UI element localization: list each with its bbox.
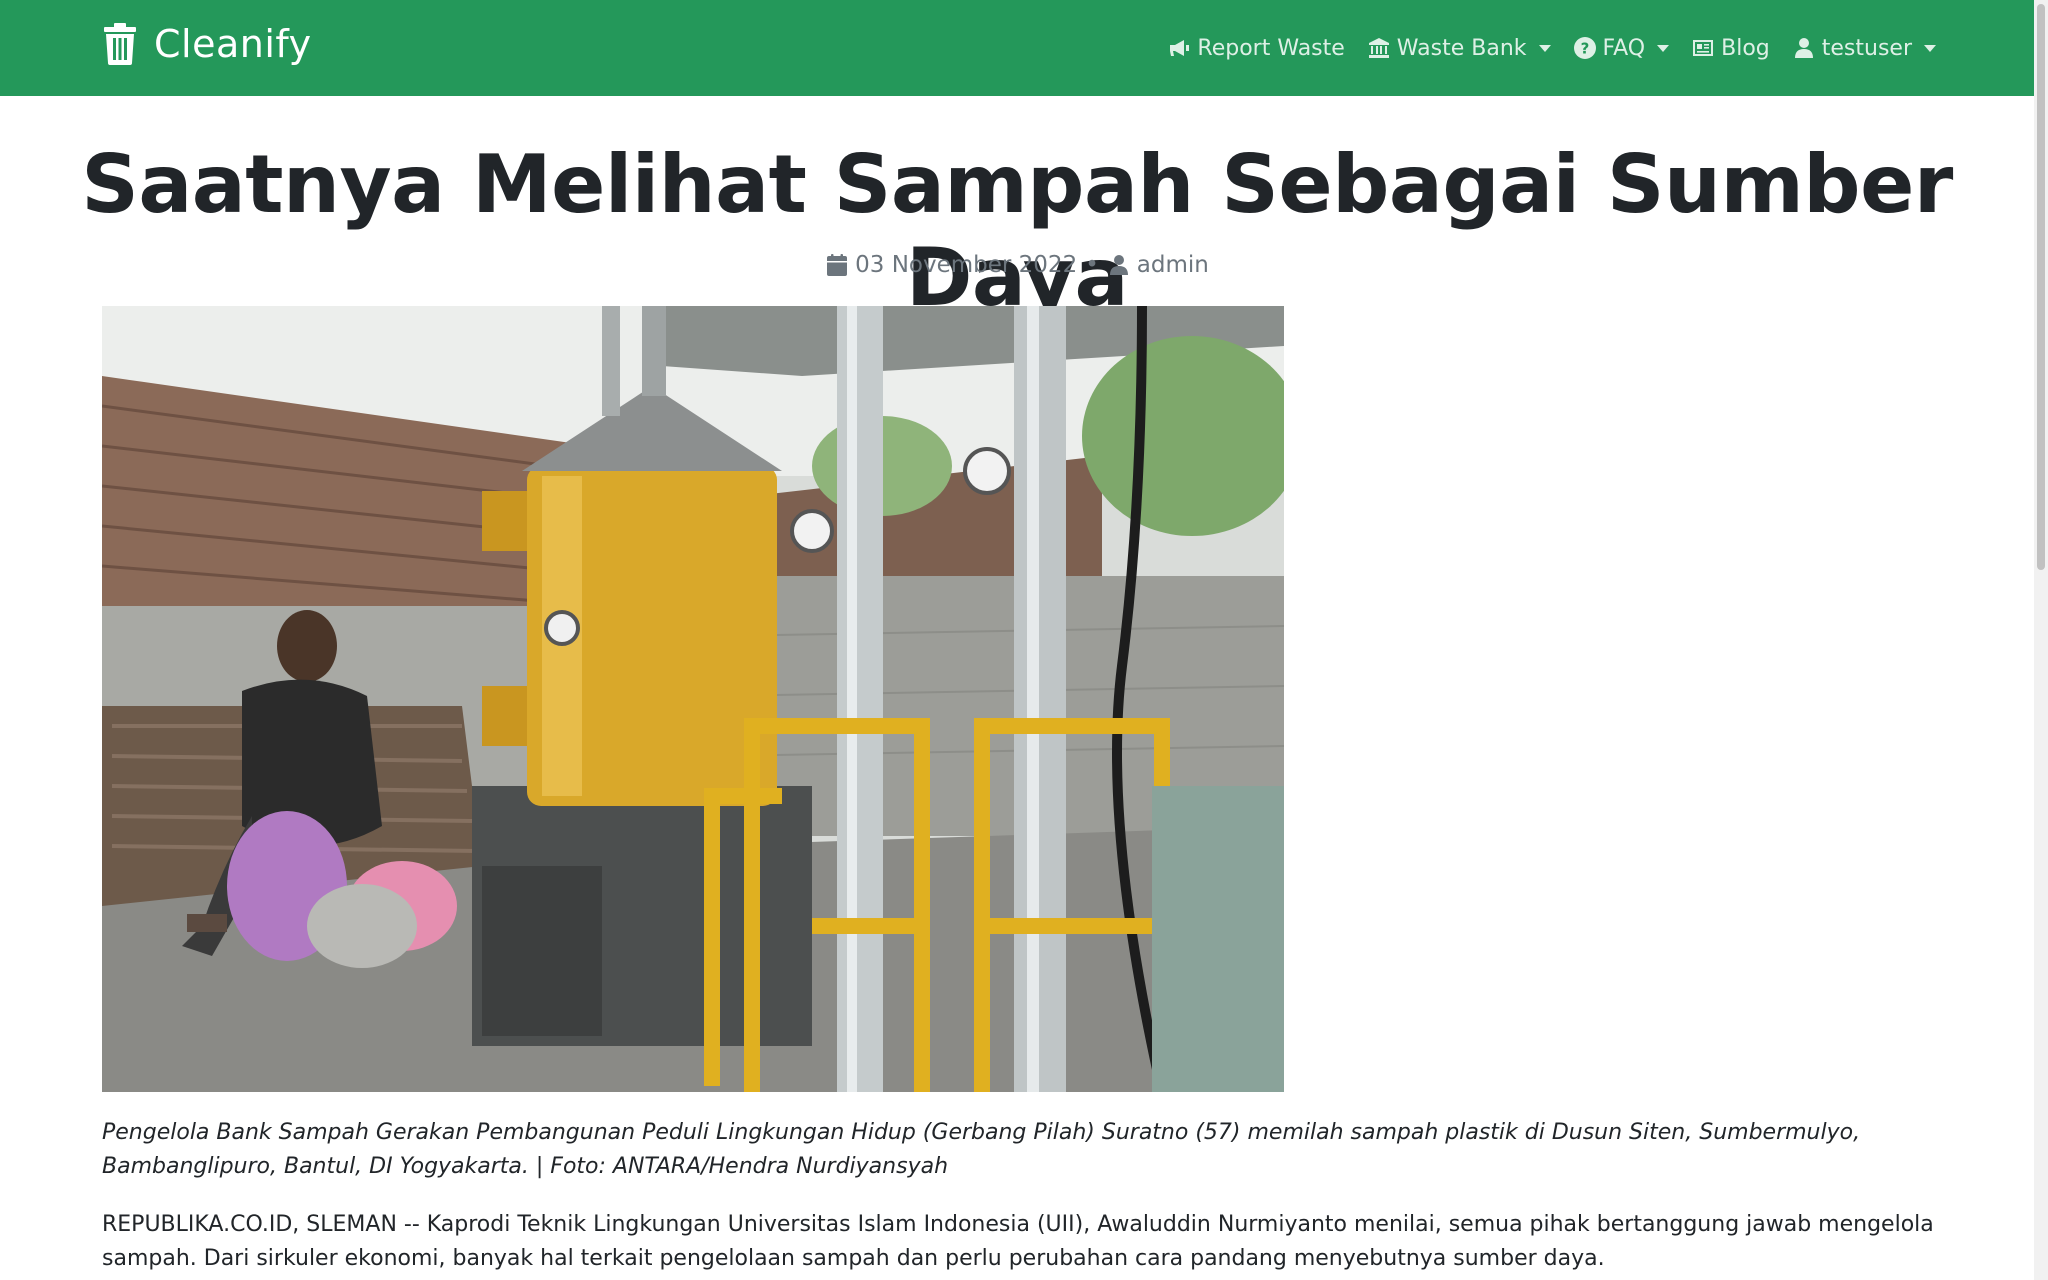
nav-user-menu[interactable]: testuser <box>1792 36 1936 61</box>
scrollbar-thumb[interactable] <box>2037 4 2045 570</box>
nav-menu: Report Waste Waste Bank ? FAQ Blog testu… <box>1145 0 1936 96</box>
article-photo <box>102 306 1284 1092</box>
chevron-down-icon <box>1657 44 1670 52</box>
article-date: 03 November 2022 <box>855 252 1078 278</box>
nav-report-waste-label: Report Waste <box>1197 35 1345 61</box>
svg-text:?: ? <box>1580 40 1589 58</box>
megaphone-icon <box>1170 40 1190 56</box>
article-body: REPUBLIKA.CO.ID, SLEMAN -- Kaprodi Tekni… <box>102 1212 1934 1271</box>
nav-waste-bank[interactable]: Waste Bank <box>1367 36 1551 61</box>
nav-faq[interactable]: ? FAQ <box>1573 36 1670 61</box>
user-icon <box>1109 255 1128 275</box>
article-meta: 03 November 2022 • admin <box>0 252 2034 278</box>
user-icon <box>1794 38 1813 58</box>
trash-icon <box>104 23 136 65</box>
nav-report-waste[interactable]: Report Waste <box>1167 35 1345 61</box>
article-title: Saatnya Melihat Sampah Sebagai Sumber Da… <box>81 138 1953 324</box>
nav-faq-label: FAQ <box>1602 35 1646 61</box>
article-author: admin <box>1136 252 1209 278</box>
photo-caption: Pengelola Bank Sampah Gerakan Pembanguna… <box>102 1120 1861 1179</box>
bank-icon <box>1368 38 1389 58</box>
chevron-down-icon <box>1538 44 1551 52</box>
nav-waste-bank-label: Waste Bank <box>1396 35 1527 61</box>
calendar-icon <box>827 254 848 276</box>
meta-separator: • <box>1085 252 1099 278</box>
page-scrollbar[interactable] <box>2034 0 2048 1280</box>
newspaper-icon <box>1693 40 1714 56</box>
top-navbar: Cleanify Report Waste Waste Bank ? FAQ B… <box>0 0 2048 96</box>
nav-blog[interactable]: Blog <box>1691 36 1770 61</box>
brand-name: Cleanify <box>154 22 312 66</box>
nav-username: testuser <box>1821 35 1912 61</box>
brand-link[interactable]: Cleanify <box>102 22 312 66</box>
nav-blog-label: Blog <box>1721 35 1770 61</box>
chevron-down-icon <box>1924 44 1936 52</box>
question-circle-icon: ? <box>1573 37 1596 59</box>
